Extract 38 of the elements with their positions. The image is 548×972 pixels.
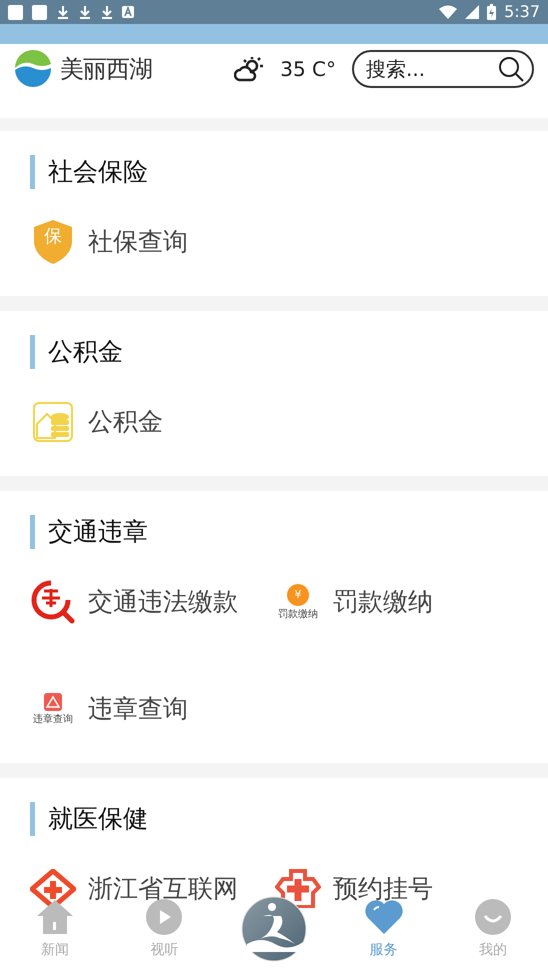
medical-cross-icon (30, 869, 76, 909)
logo-icon (14, 48, 52, 90)
coin-stack-icon (33, 402, 73, 442)
icon-caption: 违章查询 (33, 714, 73, 725)
service-item[interactable]: 公积金 (30, 402, 163, 442)
wifi-icon (439, 5, 458, 19)
service-item[interactable]: ¥ 罚款缴纳 罚款缴纳 (275, 582, 433, 622)
section-title: 社会保险 (30, 155, 548, 189)
notification-icon (8, 4, 24, 20)
service-item[interactable]: 浙江省互联网 (30, 869, 238, 909)
service-item[interactable]: 预约挂号 (275, 869, 433, 909)
icon-caption: 罚款缴纳 (278, 609, 318, 620)
service-item[interactable]: 交通违法缴款 (30, 582, 238, 622)
search-field[interactable]: 搜索... (352, 50, 534, 88)
download-icon (56, 5, 70, 19)
app-notification-icon (122, 6, 134, 18)
search-icon (498, 56, 524, 82)
yen-icon: ¥ (287, 584, 309, 606)
download-icon (78, 5, 92, 19)
status-time: 5:37 (504, 1, 540, 23)
section-title: 就医保健 (30, 802, 548, 836)
signal-icon (465, 5, 480, 19)
section-title: 交通违章 (30, 515, 548, 549)
service-item[interactable]: 违章查询 违章查询 (30, 689, 188, 729)
search-input[interactable]: 搜索... (366, 54, 486, 84)
center-logo-button[interactable] (240, 896, 307, 962)
logo-text: 美丽西湖 (60, 54, 152, 85)
warning-icon (44, 693, 62, 711)
weather-icon (234, 56, 264, 82)
section-title: 公积金 (30, 335, 548, 369)
temperature-text: 35 C° (280, 56, 336, 83)
hospital-cross-icon (275, 869, 321, 909)
notification-icon (32, 4, 48, 20)
service-item[interactable]: 保 社保查询 (30, 222, 188, 262)
battery-icon (487, 4, 496, 20)
shield-icon: 保 (33, 219, 73, 265)
download-icon (100, 5, 114, 19)
violation-magnifier-icon (30, 579, 76, 625)
